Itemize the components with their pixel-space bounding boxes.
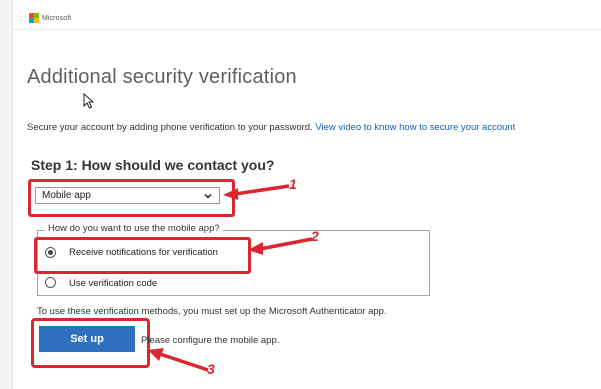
set-up-button[interactable]: Set up <box>39 326 135 352</box>
mouse-cursor-icon <box>83 93 95 109</box>
receive-notifications-label[interactable]: Receive notifications for verification <box>69 247 218 258</box>
header: Microsoft <box>29 11 71 25</box>
microsoft-logo-icon <box>29 13 39 23</box>
annotation-number-2: 2 <box>311 228 319 244</box>
contact-method-select[interactable]: Mobile app <box>35 187 220 204</box>
page-title: Additional security verification <box>27 66 297 88</box>
authenticator-note: To use these verification methods, you m… <box>37 306 387 317</box>
intro-description: Secure your account by adding phone veri… <box>27 122 313 133</box>
video-link[interactable]: View video to know how to secure your ac… <box>315 122 515 133</box>
mobile-app-legend: How do you want to use the mobile app? <box>45 223 223 234</box>
verification-code-label[interactable]: Use verification code <box>69 278 157 289</box>
receive-notifications-radio[interactable] <box>45 247 56 258</box>
annotation-arrow-1 <box>223 184 290 200</box>
annotation-arrow-3 <box>148 348 209 372</box>
chevron-down-icon <box>204 193 212 199</box>
header-divider <box>13 29 601 30</box>
annotation-arrow-2 <box>248 237 313 255</box>
annotation-number-3: 3 <box>207 361 215 377</box>
page: Microsoft Additional security verificati… <box>12 0 601 389</box>
intro-text: Secure your account by adding phone veri… <box>27 122 515 133</box>
annotation-number-1: 1 <box>289 176 297 192</box>
browser-frame: Microsoft Additional security verificati… <box>0 0 601 389</box>
step-heading: Step 1: How should we contact you? <box>31 157 275 173</box>
verification-code-radio[interactable] <box>45 277 56 288</box>
brand-name: Microsoft <box>42 14 72 22</box>
contact-method-value: Mobile app <box>42 190 91 201</box>
